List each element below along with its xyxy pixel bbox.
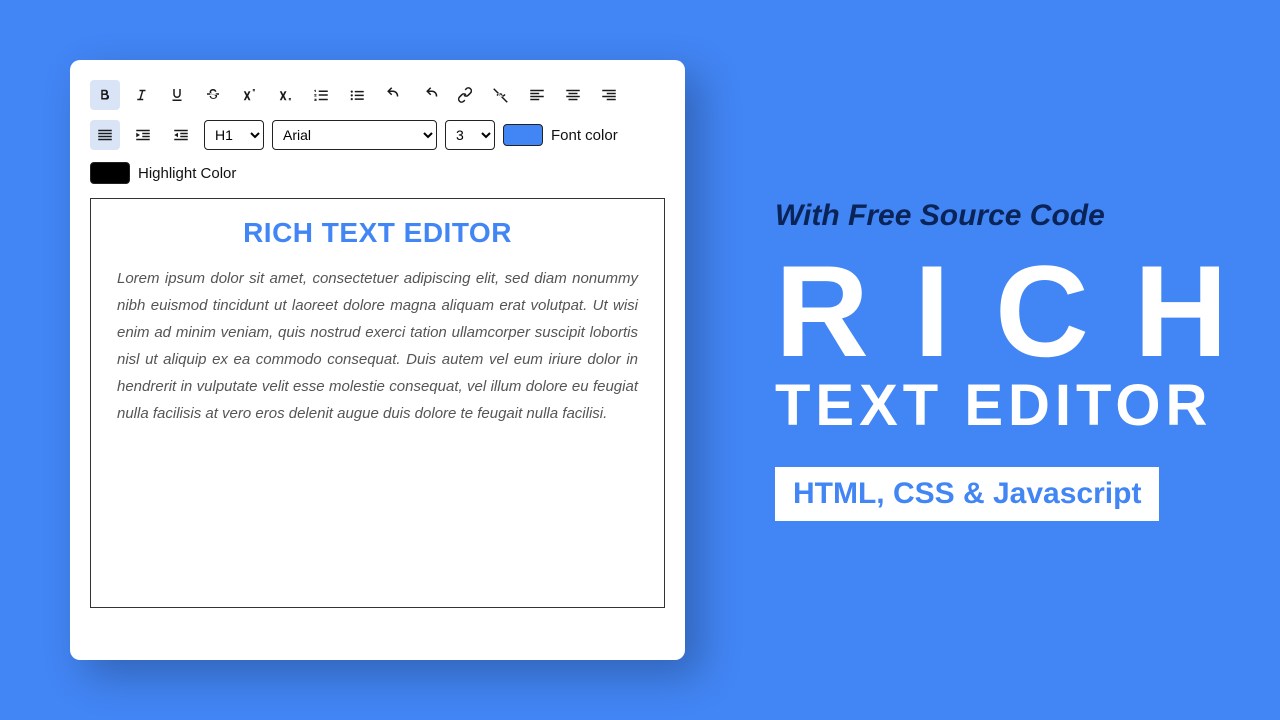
- align-left-icon: [528, 86, 546, 104]
- strikethrough-button[interactable]: [198, 80, 228, 110]
- align-right-button[interactable]: [594, 80, 624, 110]
- ordered-list-button[interactable]: [306, 80, 336, 110]
- align-center-icon: [564, 86, 582, 104]
- highlight-color-label: Highlight Color: [138, 165, 236, 182]
- align-right-icon: [600, 86, 618, 104]
- toolbar: [90, 80, 665, 110]
- size-select[interactable]: 3: [445, 120, 495, 150]
- indent-icon: [134, 126, 152, 144]
- font-color-swatch[interactable]: [503, 124, 543, 146]
- highlight-color-swatch[interactable]: [90, 162, 130, 184]
- content-area[interactable]: RICH TEXT EDITOR Lorem ipsum dolor sit a…: [90, 198, 665, 608]
- unlink-icon: [492, 86, 510, 104]
- undo-icon: [384, 86, 402, 104]
- toolbar-row-2: H1 Arial 3 Font color: [90, 120, 665, 150]
- link-button[interactable]: [450, 80, 480, 110]
- align-justify-button[interactable]: [90, 120, 120, 150]
- promo-subtitle: With Free Source Code: [775, 199, 1273, 233]
- ordered-list-icon: [312, 86, 330, 104]
- superscript-button[interactable]: [234, 80, 264, 110]
- subscript-icon: [276, 86, 294, 104]
- unordered-list-icon: [348, 86, 366, 104]
- align-center-button[interactable]: [558, 80, 588, 110]
- outdent-icon: [172, 126, 190, 144]
- promo-title-line1: RICH: [775, 243, 1273, 380]
- toolbar-row-3: Highlight Color: [90, 162, 665, 184]
- italic-icon: [132, 86, 150, 104]
- align-justify-icon: [96, 126, 114, 144]
- heading-select[interactable]: H1: [204, 120, 264, 150]
- subscript-button[interactable]: [270, 80, 300, 110]
- indent-button[interactable]: [128, 120, 158, 150]
- editor-panel: H1 Arial 3 Font color Highlight Color RI…: [70, 60, 685, 660]
- promo-title-line2: TEXT EDITOR: [775, 372, 1273, 439]
- promo-badge: HTML, CSS & Javascript: [775, 467, 1159, 521]
- content-body: Lorem ipsum dolor sit amet, consectetuer…: [117, 265, 638, 427]
- align-left-button[interactable]: [522, 80, 552, 110]
- redo-button[interactable]: [414, 80, 444, 110]
- underline-button[interactable]: [162, 80, 192, 110]
- bold-icon: [96, 86, 114, 104]
- promo-section: With Free Source Code RICH TEXT EDITOR H…: [775, 199, 1273, 521]
- link-icon: [456, 86, 474, 104]
- superscript-icon: [240, 86, 258, 104]
- undo-button[interactable]: [378, 80, 408, 110]
- unordered-list-button[interactable]: [342, 80, 372, 110]
- underline-icon: [168, 86, 186, 104]
- font-select[interactable]: Arial: [272, 120, 437, 150]
- bold-button[interactable]: [90, 80, 120, 110]
- redo-icon: [420, 86, 438, 104]
- content-title: RICH TEXT EDITOR: [117, 217, 638, 249]
- outdent-button[interactable]: [166, 120, 196, 150]
- strikethrough-icon: [204, 86, 222, 104]
- unlink-button[interactable]: [486, 80, 516, 110]
- font-color-label: Font color: [551, 127, 618, 144]
- italic-button[interactable]: [126, 80, 156, 110]
